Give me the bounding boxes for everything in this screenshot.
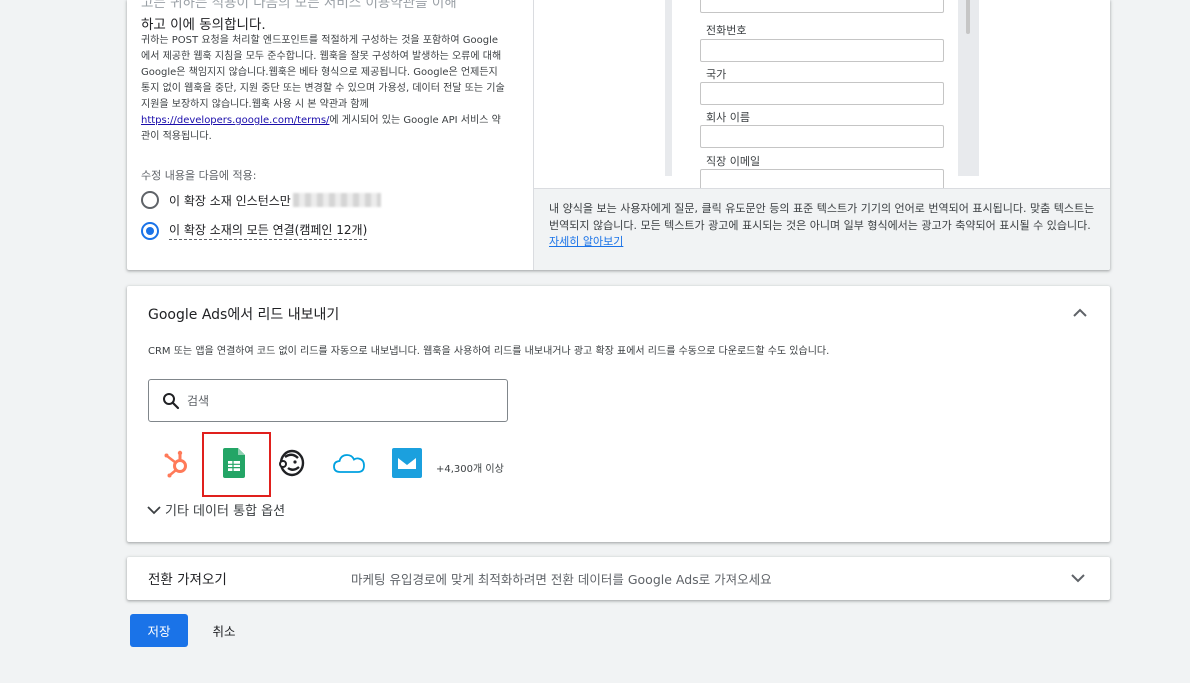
developers-terms-link[interactable]: https://developers.google.com/terms/: [141, 115, 329, 126]
conversion-import-description: 마케팅 유입경로에 맞게 최적화하려면 전환 데이터를 Google Ads로 …: [351, 572, 772, 587]
radio-all-links[interactable]: 이 확장 소재의 모든 연결(캠페인 12개): [141, 221, 368, 240]
chevron-down-icon[interactable]: [1070, 573, 1086, 585]
radio-all-links-circle[interactable]: [141, 221, 159, 240]
preview-field-label: 전화번호: [706, 24, 747, 37]
preview-field-label: 국가: [706, 68, 727, 81]
search-icon: [163, 393, 180, 410]
consent-heading-line1: 고는 귀하는 적용이 다음의 모든 서비스 이용약관을 이해: [141, 0, 457, 11]
cancel-button[interactable]: 취소: [200, 614, 248, 647]
more-integration-options[interactable]: 기타 데이터 통합 옵션: [147, 500, 285, 519]
campaign-monitor-logo: [392, 448, 422, 478]
radio-instance-only[interactable]: 이 확장 소재 인스턴스만: [141, 191, 381, 209]
apply-to-label: 수정 내용을 다음에 적용:: [141, 169, 257, 182]
integration-search[interactable]: [148, 379, 508, 422]
salesforce-icon[interactable]: [332, 446, 366, 480]
translation-note-text: 내 양식을 보는 사용자에게 질문, 클릭 유도문안 등의 표준 텍스트가 기기…: [549, 202, 1095, 232]
hubspot-icon[interactable]: [160, 446, 194, 480]
preview-field-box: [700, 125, 944, 148]
export-leads-card: Google Ads에서 리드 내보내기 CRM 또는 앱을 연결하여 코드 없…: [127, 286, 1110, 542]
preview-field-label: 직장 이메일: [706, 155, 761, 168]
google-sheets-logo: [223, 448, 245, 478]
radio-instance-only-circle[interactable]: [141, 191, 159, 209]
preview-field-label: 회사 이름: [706, 111, 750, 124]
preview-scrollbar[interactable]: [966, 0, 970, 34]
save-button[interactable]: 저장: [130, 614, 188, 647]
salesforce-logo: [333, 454, 365, 473]
more-integration-options-label: 기타 데이터 통합 옵션: [165, 504, 286, 519]
export-leads-title: Google Ads에서 리드 내보내기: [148, 307, 340, 323]
conversion-import-card[interactable]: 전환 가져오기 마케팅 유입경로에 맞게 최적화하려면 전환 데이터를 Goog…: [127, 557, 1110, 600]
consent-heading: 고는 귀하는 적용이 다음의 모든 서비스 이용약관을 이해 하고 이에 동의합…: [141, 0, 511, 36]
campaign-monitor-icon[interactable]: [390, 446, 424, 480]
chevron-down-icon: [147, 505, 161, 514]
chevron-up-icon[interactable]: [1072, 306, 1088, 318]
integration-icons: +4,300개 이상: [127, 432, 627, 497]
conversion-import-title: 전환 가져오기: [148, 572, 227, 588]
preview-field-box: [700, 39, 944, 62]
phone-preview-frame: 전화번호 국가 회사 이름 직장 이메일: [665, 0, 979, 192]
terms-text-part1: 귀하는 POST 요청을 처리할 엔드포인트를 적절하게 구성하는 것을 포함하…: [141, 35, 505, 110]
translation-note: 내 양식을 보는 사용자에게 질문, 클릭 유도문안 등의 표준 텍스트가 기기…: [534, 188, 1110, 270]
redacted-instance-name: [292, 193, 381, 207]
more-integrations-count[interactable]: +4,300개 이상: [436, 460, 504, 475]
export-leads-description: CRM 또는 앱을 연결하여 코드 없이 리드를 자동으로 내보냅니다. 웹훅을…: [148, 346, 830, 357]
preview-field-box: [700, 0, 944, 13]
mailchimp-icon[interactable]: [275, 446, 309, 480]
integration-search-input[interactable]: [187, 389, 487, 413]
terms-text: 귀하는 POST 요청을 처리할 엔드포인트를 적절하게 구성하는 것을 포함하…: [141, 33, 507, 145]
google-sheets-icon[interactable]: [217, 446, 251, 480]
consent-section: 고는 귀하는 적용이 다음의 모든 서비스 이용약관을 이해 하고 이에 동의합…: [127, 0, 533, 270]
mailchimp-logo: [279, 449, 305, 477]
preview-field-box: [700, 82, 944, 105]
phone-preview-screen: 전화번호 국가 회사 이름 직장 이메일: [672, 0, 970, 192]
learn-more-link[interactable]: 자세히 알아보기: [549, 235, 623, 248]
radio-all-links-label: 이 확장 소재의 모든 연결(캠페인 12개): [169, 221, 368, 240]
form-preview: 전화번호 국가 회사 이름 직장 이메일: [534, 0, 1110, 192]
form-preview-section: 전화번호 국가 회사 이름 직장 이메일 내 양식을 보는 사용자에게 질문, …: [533, 0, 1110, 270]
settings-card: 고는 귀하는 적용이 다음의 모든 서비스 이용약관을 이해 하고 이에 동의합…: [127, 0, 1110, 270]
radio-instance-only-label: 이 확장 소재 인스턴스만: [169, 193, 291, 208]
hubspot-logo: [164, 450, 187, 478]
